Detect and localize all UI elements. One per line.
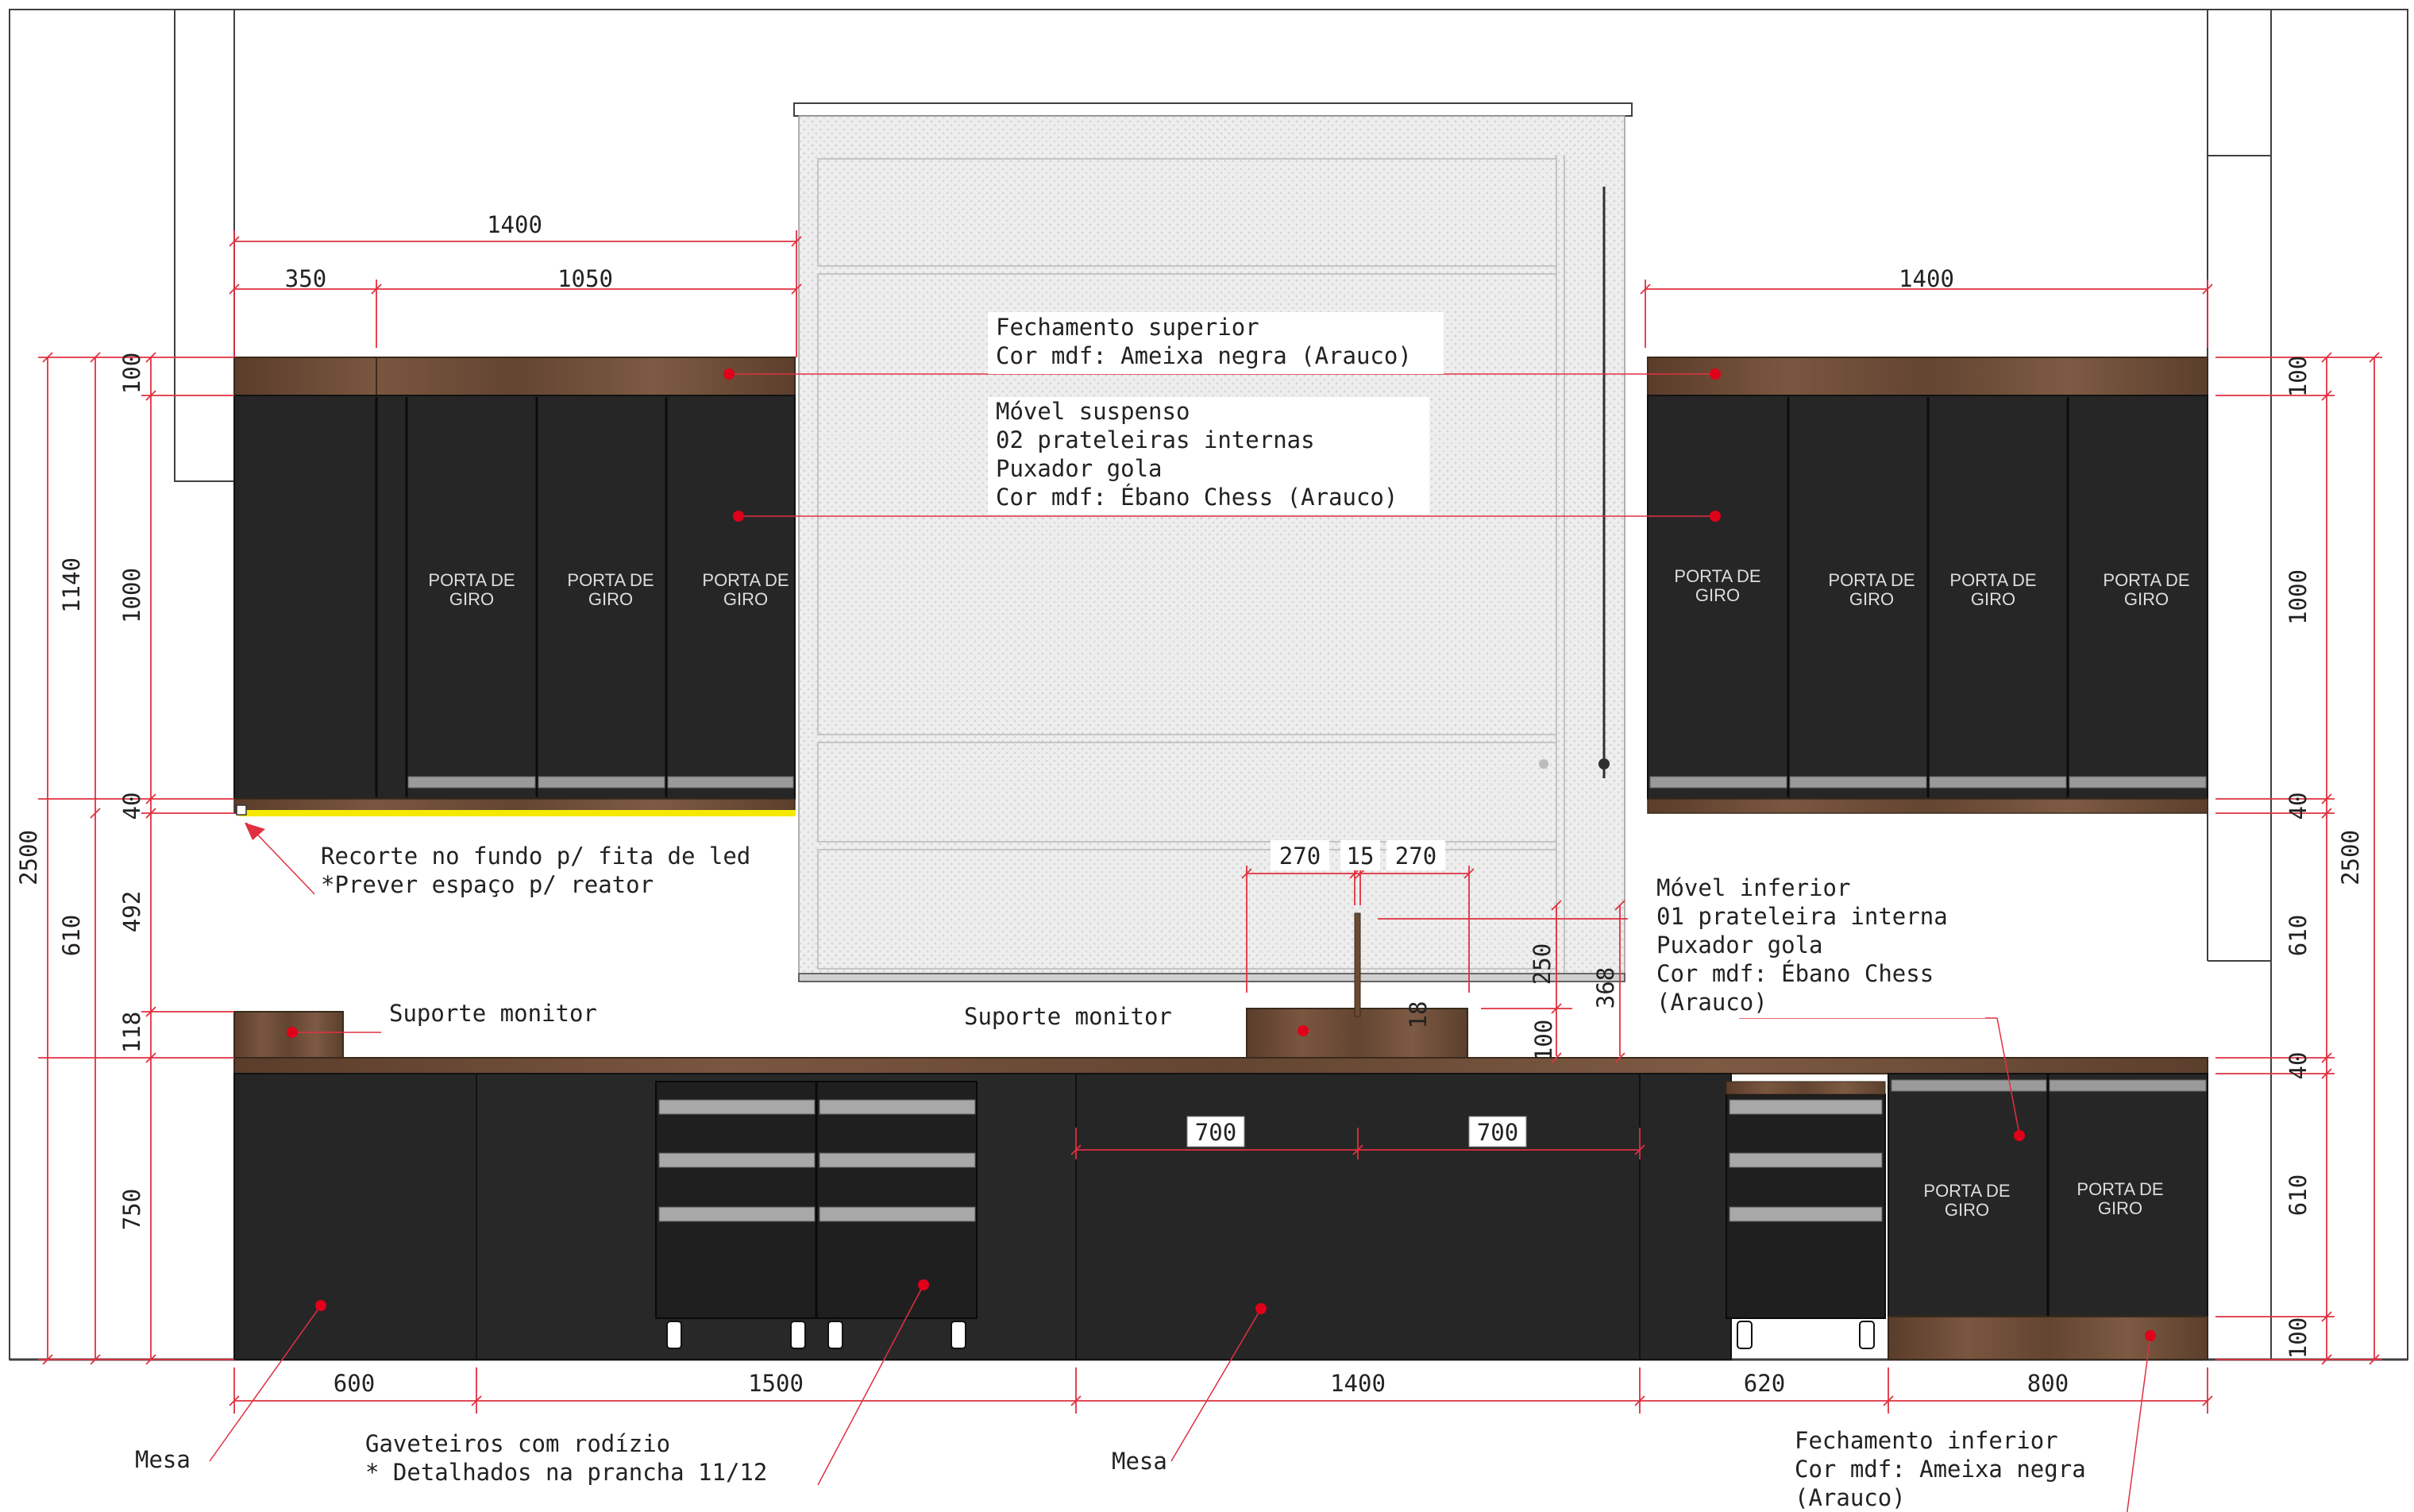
- blind-cord-weight: [1598, 758, 1610, 770]
- door-label-line2: GIRO: [1945, 1200, 1989, 1220]
- door-label-line1: PORTA DE: [428, 570, 515, 590]
- left-column: [174, 9, 235, 482]
- right-column: [2207, 9, 2272, 156]
- dim-bottom-4: 620: [1744, 1370, 1785, 1397]
- leader-arrowhead: [245, 823, 265, 840]
- bottom-closure: [1888, 1316, 2208, 1360]
- dim-top-left-b: 1050: [557, 265, 613, 292]
- door-label-line2: GIRO: [723, 589, 768, 609]
- door-label-line2: GIRO: [1849, 589, 1894, 609]
- dim-monitor-height-a: 250: [1529, 943, 1556, 985]
- note-hanging-2: 02 prateleiras internas: [996, 426, 1315, 453]
- elevation-drawing: PORTA DE GIRO PORTA DE GIRO PORTA DE GIR…: [9, 9, 2408, 1512]
- door-label-line2: GIRO: [1695, 585, 1740, 605]
- door-label-line1: PORTA DE: [2103, 570, 2189, 590]
- dim-monitor-left: 270: [1279, 843, 1321, 870]
- note-mesa-left: Mesa: [135, 1446, 191, 1473]
- note-lower-closure-2: Cor mdf: Ameixa negra: [1795, 1456, 2086, 1483]
- dim-left-lower-desk: 750: [118, 1189, 145, 1230]
- door-label-line1: PORTA DE: [567, 570, 654, 590]
- dim-right-cabinet: 1000: [2285, 569, 2312, 625]
- window-blind: [793, 102, 1633, 982]
- dim-bottom-5: 800: [2027, 1370, 2069, 1397]
- blind-bottom-rail: [798, 973, 1625, 982]
- note-lower-closure-1: Fechamento inferior: [1795, 1427, 2058, 1454]
- dim-bottom-1: 600: [334, 1370, 375, 1397]
- dim-top-left-a: 350: [285, 265, 326, 292]
- desk-right-segment: [1639, 1073, 1732, 1360]
- door-label-line1: PORTA DE: [1949, 570, 2036, 590]
- window-handle: [1539, 759, 1548, 769]
- note-drawers-2: * Detalhados na prancha 11/12: [365, 1459, 767, 1486]
- note-upper-closure-2: Cor mdf: Ameixa negra (Arauco): [996, 342, 1412, 369]
- dim-left-support: 118: [118, 1012, 145, 1053]
- door-label-line2: GIRO: [2124, 589, 2169, 609]
- top-closure-right: [1647, 357, 2208, 396]
- dim-right-counter: 40: [2285, 1052, 2312, 1080]
- lower-cabinet: [1888, 1073, 2208, 1360]
- dim-top-left-total: 1400: [487, 211, 542, 238]
- note-monitor-center: Suporte monitor: [964, 1003, 1172, 1030]
- dim-left-cabinet: 1000: [118, 568, 145, 623]
- door-label-line1: PORTA DE: [702, 570, 789, 590]
- note-lower-5: (Arauco): [1656, 989, 1768, 1016]
- door-label-line1: PORTA DE: [1923, 1181, 2010, 1201]
- dim-bottom-3: 1400: [1330, 1370, 1386, 1397]
- door-label-line1: PORTA DE: [1674, 566, 1760, 586]
- blind-roller: [793, 102, 1633, 117]
- dim-desk-right: 700: [1477, 1119, 1518, 1146]
- dim-left-upper: 1140: [58, 557, 85, 613]
- dim-bottom-2: 1500: [748, 1370, 804, 1397]
- dim-monitor-height-c: 100: [1530, 1020, 1557, 1061]
- hanging-cabinet-left-body: [233, 395, 796, 800]
- dim-right-gap: 610: [2285, 915, 2312, 956]
- led-cutout-marker: [236, 804, 247, 816]
- door-label-line2: GIRO: [1971, 589, 2015, 609]
- note-led-2: *Prever espaço p/ reator: [321, 871, 654, 898]
- note-upper-closure-1: Fechamento superior: [996, 314, 1259, 341]
- dim-left-total: 2500: [15, 830, 42, 885]
- door-label-line2: GIRO: [2098, 1198, 2142, 1218]
- dim-monitor-height-b: 368: [1592, 967, 1619, 1009]
- dim-right-base: 40: [2285, 793, 2312, 820]
- note-led-1: Recorte no fundo p/ fita de led: [321, 843, 750, 870]
- dim-monitor-post: 18: [1405, 1001, 1432, 1029]
- note-lower-1: Móvel inferior: [1656, 874, 1850, 901]
- bottom-panel-right: [1647, 798, 2208, 814]
- note-lower-closure-3: (Arauco): [1795, 1484, 1906, 1511]
- dim-right-lower: 610: [2285, 1174, 2312, 1216]
- monitor-post: [1354, 912, 1361, 1017]
- led-strip: [238, 810, 796, 816]
- dim-left-base: 40: [118, 793, 145, 820]
- drawer-unit-a: [655, 1081, 978, 1349]
- desk-center: [1075, 1073, 1641, 1360]
- note-lower-2: 01 prateleira interna: [1656, 903, 1948, 930]
- dim-right-total: 2500: [2337, 830, 2364, 885]
- door-label-line1: PORTA DE: [2077, 1179, 2163, 1199]
- door-label-line1: PORTA DE: [1828, 570, 1915, 590]
- drawer-unit-b: [1726, 1081, 1886, 1349]
- note-mesa-center: Mesa: [1112, 1448, 1167, 1475]
- note-lower-3: Puxador gola: [1656, 932, 1823, 958]
- dim-monitor-right: 270: [1395, 843, 1436, 870]
- note-hanging-4: Cor mdf: Ébano Chess (Arauco): [996, 484, 1398, 511]
- note-monitor-left: Suporte monitor: [389, 1000, 597, 1027]
- desk-left: [233, 1073, 477, 1360]
- dim-monitor-mid: 15: [1347, 843, 1375, 870]
- dim-left-top: 100: [118, 353, 145, 394]
- dim-top-right-total: 1400: [1899, 265, 1954, 292]
- dim-right-plinth: 100: [2285, 1317, 2312, 1359]
- note-lower-4: Cor mdf: Ébano Chess: [1656, 960, 1934, 987]
- door-label-line2: GIRO: [588, 589, 633, 609]
- top-closure-left: [233, 357, 796, 396]
- dim-left-gap: 492: [118, 891, 145, 932]
- door-label-line2: GIRO: [449, 589, 494, 609]
- dim-right-top: 100: [2285, 356, 2312, 397]
- note-drawers-1: Gaveteiros com rodízio: [365, 1430, 670, 1457]
- dim-desk-left: 700: [1195, 1119, 1236, 1146]
- note-hanging-1: Móvel suspenso: [996, 398, 1190, 425]
- blind-fabric: [798, 115, 1625, 982]
- note-hanging-3: Puxador gola: [996, 455, 1163, 482]
- dim-left-lower: 610: [58, 915, 85, 956]
